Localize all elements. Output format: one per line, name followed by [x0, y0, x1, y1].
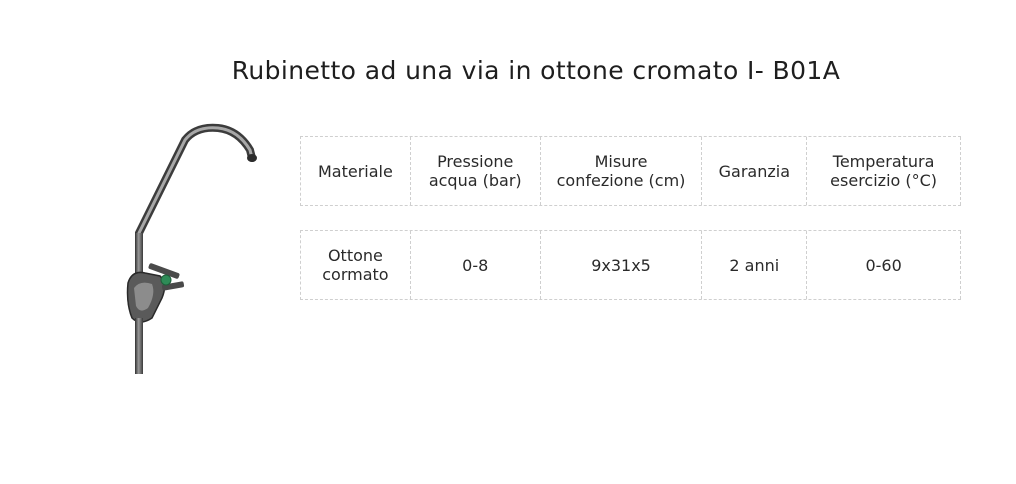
header-materiale: Materiale — [301, 137, 411, 205]
page-title: Rubinetto ad una via in ottone cromato I… — [231, 56, 841, 85]
header-pressione: Pressione acqua (bar) — [411, 137, 541, 205]
specs-value-row: Ottone cormato 0-8 9x31x5 2 anni 0-60 — [300, 230, 961, 300]
value-garanzia: 2 anni — [702, 231, 808, 299]
value-pressione: 0-8 — [411, 231, 541, 299]
faucet-icon — [126, 123, 257, 374]
header-misure: Misure confezione (cm) — [541, 137, 703, 205]
header-temperatura: Temperatura esercizio (°C) — [807, 137, 961, 205]
header-garanzia: Garanzia — [702, 137, 808, 205]
value-temperatura: 0-60 — [807, 231, 961, 299]
value-misure: 9x31x5 — [541, 231, 703, 299]
specs-header-row: Materiale Pressione acqua (bar) Misure c… — [300, 136, 961, 206]
value-materiale: Ottone cormato — [301, 231, 411, 299]
